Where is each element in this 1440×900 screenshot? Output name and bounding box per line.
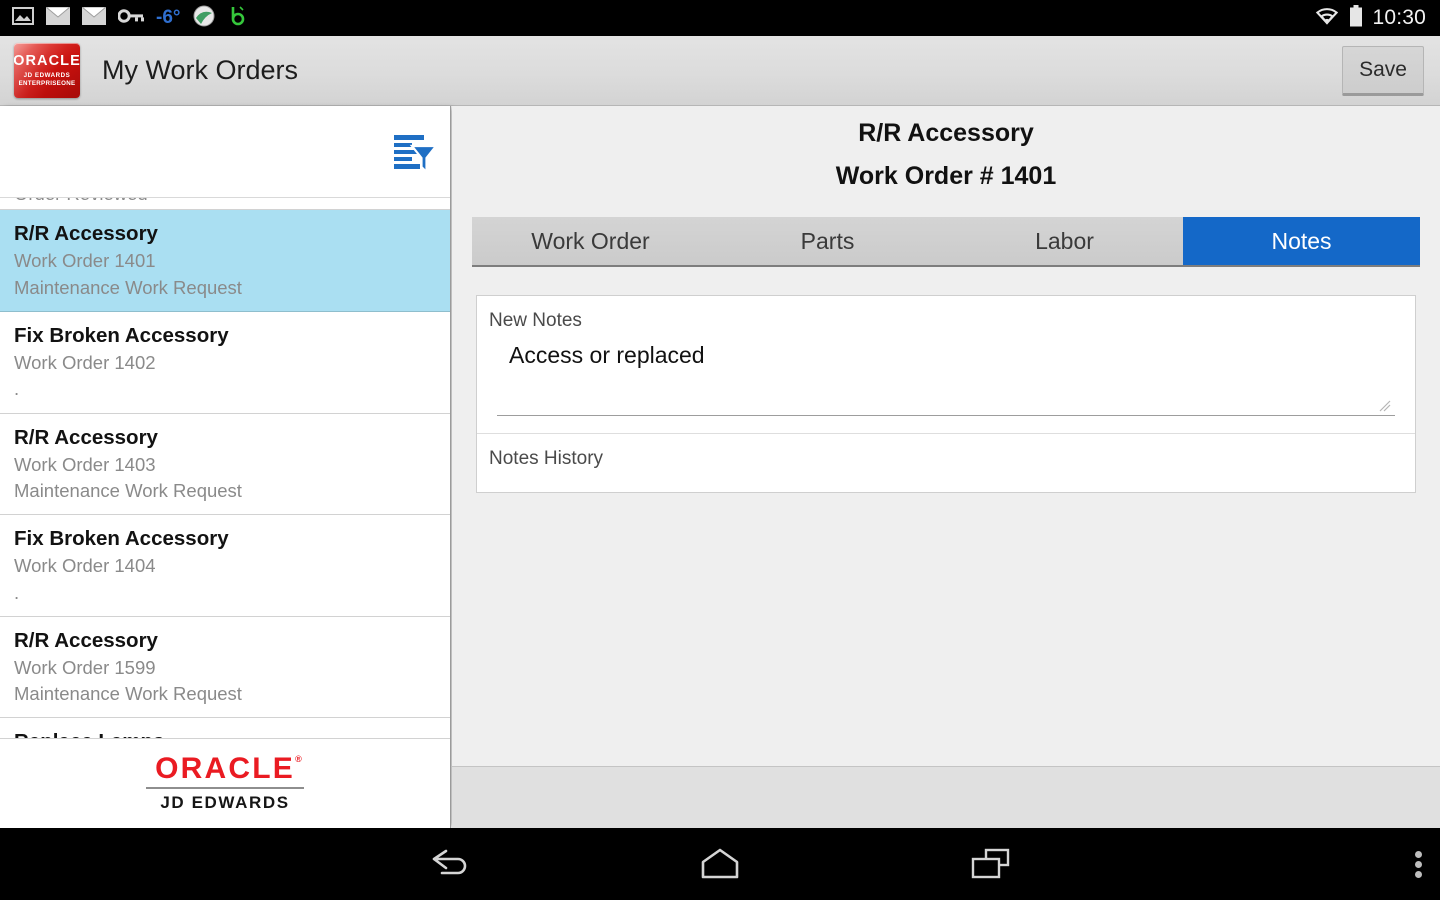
- home-icon[interactable]: [690, 834, 750, 894]
- back-icon[interactable]: [420, 834, 480, 894]
- tab-labor[interactable]: Labor: [946, 217, 1183, 265]
- work-order-number: Work Order 1599: [14, 656, 156, 678]
- list-item-clipped: Order Reviewed: [0, 198, 450, 211]
- work-order-status: Maintenance Work Request: [14, 479, 242, 501]
- android-nav-bar: [0, 828, 1440, 900]
- new-notes-section: New Notes: [477, 296, 1415, 421]
- work-order-number: Work Order 1404: [14, 555, 156, 577]
- overflow-menu-icon[interactable]: [1415, 828, 1422, 900]
- tab-parts[interactable]: Parts: [709, 217, 946, 265]
- mail-icon: [44, 6, 72, 30]
- image-icon: [12, 6, 34, 30]
- work-order-status: Maintenance Work Request: [14, 683, 242, 705]
- notes-card: New Notes Notes History: [476, 295, 1416, 493]
- nav-buttons: [0, 828, 1440, 900]
- android-status-bar: -6° 10:30: [0, 0, 1440, 36]
- key-icon: [117, 8, 144, 28]
- clipped-status-text: Order Reviewed: [14, 198, 436, 207]
- work-order-detail-panel: R/R Accessory Work Order # 1401 Work Ord…: [452, 106, 1440, 828]
- mail-icon: [80, 6, 108, 30]
- work-order-number: Work Order 1403: [14, 453, 156, 475]
- tab-work-order[interactable]: Work Order: [472, 217, 709, 265]
- detail-tab-bar: Work Order Parts Labor Notes: [472, 217, 1420, 267]
- table-row[interactable]: Fix Broken Accessory Work Order 1404 .: [0, 515, 450, 617]
- tab-notes[interactable]: Notes: [1183, 217, 1420, 265]
- new-notes-label: New Notes: [489, 310, 582, 331]
- table-row[interactable]: R/R Accessory Work Order 1401 Maintenanc…: [0, 210, 450, 312]
- status-bar-notifications: -6°: [0, 5, 247, 32]
- table-row[interactable]: Replace Lamps Work Order 1267129 Order C…: [0, 718, 450, 738]
- work-order-title: Replace Lamps: [14, 727, 436, 738]
- app-icon: [227, 5, 247, 32]
- work-order-title: R/R Accessory: [14, 222, 158, 246]
- work-order-number: Work Order 1402: [14, 352, 156, 374]
- table-row[interactable]: R/R Accessory Work Order 1403 Maintenanc…: [0, 413, 450, 516]
- footer-logo-divider: [146, 787, 304, 789]
- new-notes-input[interactable]: [497, 338, 1395, 416]
- detail-subtitle: Work Order # 1401: [835, 161, 1057, 190]
- work-order-status: .: [14, 378, 20, 400]
- save-button[interactable]: Save: [1342, 45, 1424, 96]
- temperature-badge: -6°: [156, 7, 181, 28]
- logo-enterpriseone-text: ENTERPRISEONE: [18, 79, 76, 87]
- logo-oracle-text: ORACLE: [14, 52, 80, 69]
- detail-header: R/R Accessory Work Order # 1401: [452, 106, 1440, 194]
- footer-oracle-text: ORACLE ®: [155, 752, 302, 785]
- wifi-icon: [1314, 6, 1340, 31]
- oracle-jde-logo-icon: ORACLE JD EDWARDS ENTERPRISEONE: [14, 43, 80, 98]
- filter-list-icon[interactable]: [392, 132, 439, 181]
- new-notes-input-wrap: [489, 338, 1403, 421]
- work-order-title: Fix Broken Accessory: [14, 323, 229, 347]
- battery-icon: [1349, 4, 1363, 32]
- status-bar-system: 10:30: [1314, 4, 1440, 32]
- page-title: My Work Orders: [102, 55, 299, 85]
- footer-product-text: JD EDWARDS: [160, 793, 290, 812]
- work-order-title: Fix Broken Accessory: [14, 527, 229, 551]
- content-area: Order Reviewed R/R Accessory Work Order …: [0, 106, 1440, 828]
- footer-oracle-word: ORACLE: [155, 752, 295, 785]
- work-order-status: .: [14, 581, 20, 603]
- recents-icon[interactable]: [960, 834, 1020, 894]
- overflow-dot: [1415, 860, 1422, 868]
- detail-title: R/R Accessory: [858, 119, 1034, 147]
- list-filter-bar: [0, 106, 450, 198]
- oracle-jdedwards-footer-logo: ORACLE ® JD EDWARDS: [0, 738, 450, 828]
- work-order-status: Maintenance Work Request: [14, 276, 242, 298]
- app-header-bar: ORACLE JD EDWARDS ENTERPRISEONE My Work …: [0, 36, 1440, 106]
- table-row[interactable]: R/R Accessory Work Order 1599 Maintenanc…: [0, 616, 450, 719]
- logo-jdedwards-text: JD EDWARDS: [23, 71, 71, 79]
- detail-footer-bar: [452, 766, 1440, 828]
- work-order-number: Work Order 1401: [14, 250, 156, 272]
- work-order-list[interactable]: Order Reviewed R/R Accessory Work Order …: [0, 198, 450, 738]
- trademark-symbol: ®: [295, 754, 304, 764]
- overflow-dot: [1415, 870, 1422, 878]
- status-bar-clock: 10:30: [1372, 6, 1426, 29]
- work-order-list-panel: Order Reviewed R/R Accessory Work Order …: [0, 106, 451, 828]
- notes-history-label: Notes History: [489, 448, 604, 469]
- browser-icon: [193, 5, 215, 32]
- screen-root: -6° 10:30 ORACLE JD EDWARDS ENTERPRISEON…: [0, 0, 1440, 900]
- work-order-title: R/R Accessory: [14, 628, 158, 652]
- table-row[interactable]: Fix Broken Accessory Work Order 1402 .: [0, 311, 450, 414]
- overflow-dot: [1415, 850, 1422, 858]
- work-order-title: R/R Accessory: [14, 425, 158, 449]
